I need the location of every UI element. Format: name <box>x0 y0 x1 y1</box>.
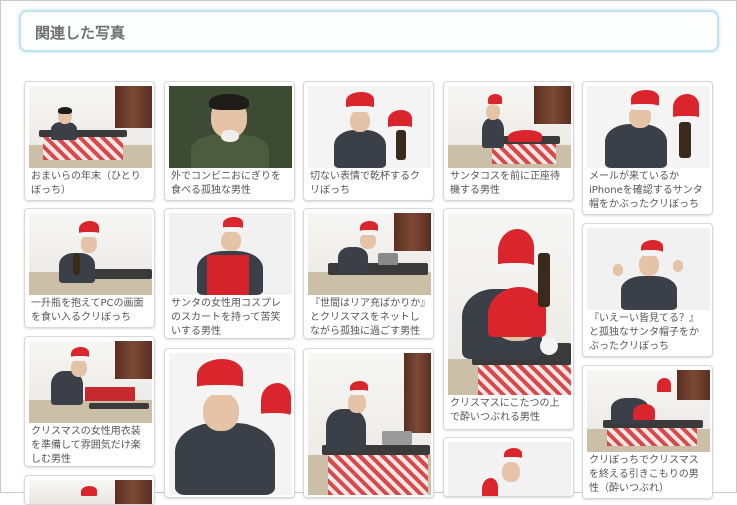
photo-thumbnail[interactable] <box>169 353 292 495</box>
photo-caption[interactable]: 『世間はリア充ばかりか』とクリスマスをネットしながら孤独に過ごす男性 <box>310 297 429 338</box>
photo-card[interactable]: 切ない表情で乾杯するクリぼっち <box>303 81 434 201</box>
photo-card[interactable] <box>303 348 434 498</box>
photo-caption[interactable]: 外でコンビニおにぎりを食べる孤独な男性 <box>171 170 290 198</box>
photo-caption[interactable]: 『いえーい皆見てる？』と孤独なサンタ帽子をかぶったクリぼっち <box>589 312 708 354</box>
photo-caption[interactable]: メールが来ているかiPhoneを確認するサンタ帽をかぶったクリぼっち <box>589 170 708 212</box>
photo-thumbnail[interactable] <box>29 213 152 295</box>
photo-caption[interactable]: サンタの女性用コスプレのスカートを持って苦笑いする男性 <box>171 297 290 338</box>
photo-card[interactable]: 外でコンビニおにぎりを食べる孤独な男性 <box>164 81 295 201</box>
photo-caption[interactable]: クリスマスの女性用衣装を準備して雰囲気だけ楽しむ男性 <box>31 425 150 466</box>
photo-thumbnail[interactable] <box>308 353 431 495</box>
photo-card[interactable]: サンタコスを前に正座待機する男性 <box>443 81 574 201</box>
photo-card[interactable]: 『世間はリア充ばかりか』とクリスマスをネットしながら孤独に過ごす男性 <box>303 208 434 339</box>
photo-card[interactable]: クリスマスの女性用衣装を準備して雰囲気だけ楽しむ男性 <box>24 336 155 467</box>
photo-thumbnail[interactable] <box>308 213 431 295</box>
photo-caption[interactable]: クリぼっちでクリスマスを終える引きこもりの男性（酔いつぶれ） <box>589 454 708 496</box>
photo-card[interactable]: 『いえーい皆見てる？』と孤独なサンタ帽子をかぶったクリぼっち <box>582 223 713 357</box>
photo-thumbnail[interactable] <box>587 228 710 310</box>
photo-thumbnail[interactable] <box>29 86 152 168</box>
photo-thumbnail[interactable] <box>169 213 292 295</box>
photo-caption[interactable]: 切ない表情で乾杯するクリぼっち <box>310 170 429 198</box>
photo-thumbnail[interactable] <box>587 370 710 452</box>
photo-card[interactable]: メールが来ているかiPhoneを確認するサンタ帽をかぶったクリぼっち <box>582 81 713 215</box>
photo-caption[interactable]: クリスマスにこたつの上で酔いつぶれる男性 <box>450 397 569 425</box>
photo-thumbnail[interactable] <box>587 86 710 168</box>
photo-card[interactable]: クリぼっちでクリスマスを終える引きこもりの男性（酔いつぶれ） <box>582 365 713 499</box>
photo-card[interactable]: 一升瓶を抱えてPCの画面を食い入るクリぼっち <box>24 208 155 328</box>
photo-card[interactable] <box>24 475 155 505</box>
photo-thumbnail[interactable] <box>169 86 292 168</box>
related-photos-header: 関連した写真 <box>19 10 719 52</box>
photo-thumbnail[interactable] <box>308 86 431 168</box>
photo-thumbnail[interactable] <box>448 442 571 496</box>
photo-thumbnail[interactable] <box>29 341 152 423</box>
photo-card[interactable]: おまいらの年末（ひとりぼっち） <box>24 81 155 201</box>
photo-thumbnail[interactable] <box>448 86 571 168</box>
photo-card[interactable]: クリスマスにこたつの上で酔いつぶれる男性 <box>443 208 574 430</box>
photo-card[interactable]: サンタの女性用コスプレのスカートを持って苦笑いする男性 <box>164 208 295 339</box>
photo-card[interactable] <box>443 437 574 497</box>
section-title: 関連した写真 <box>35 24 126 42</box>
photo-thumbnail[interactable] <box>448 213 571 395</box>
photo-caption[interactable]: おまいらの年末（ひとりぼっち） <box>31 170 150 198</box>
photo-card[interactable] <box>164 348 295 498</box>
photo-caption[interactable]: 一升瓶を抱えてPCの画面を食い入るクリぼっち <box>31 297 150 325</box>
photo-caption[interactable]: サンタコスを前に正座待機する男性 <box>450 170 569 198</box>
